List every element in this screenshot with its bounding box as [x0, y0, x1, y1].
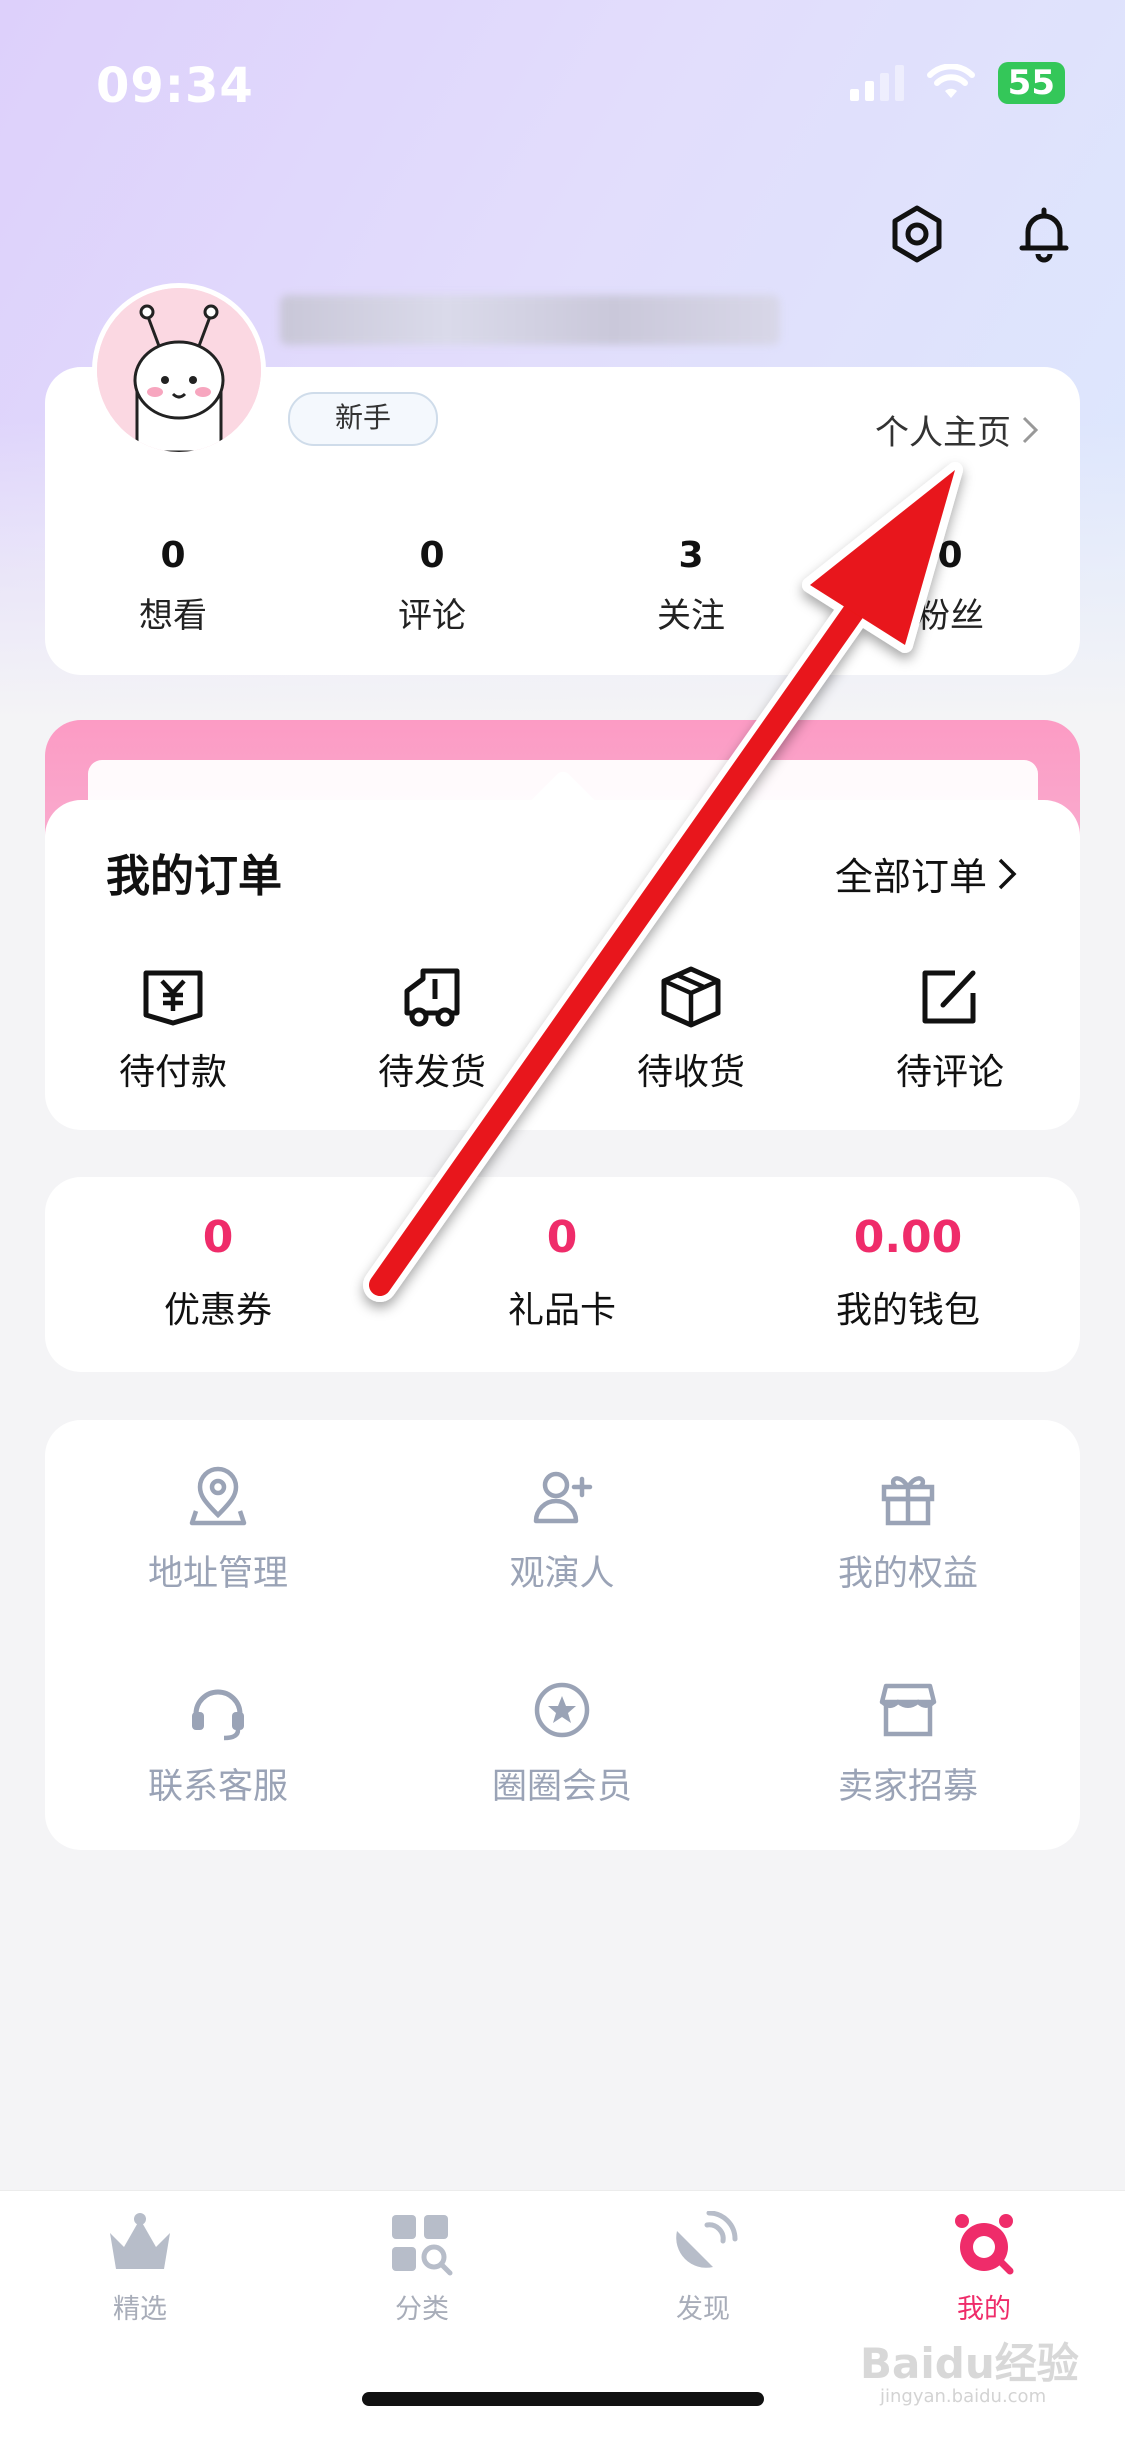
wallet-balance[interactable]: 0.00 我的钱包 — [778, 1212, 1038, 1333]
wallet-label: 礼品卡 — [507, 1290, 616, 1331]
order-pending-review[interactable]: 待评论 — [850, 965, 1050, 1095]
tab-label: 发现 — [676, 2294, 730, 2325]
all-orders-link[interactable]: 全部订单 — [835, 846, 1017, 901]
gift-icon — [881, 1476, 935, 1526]
service-customer-support[interactable]: 联系客服 — [98, 1678, 338, 1809]
stat-count: 3 — [678, 535, 704, 576]
service-audience[interactable]: 观演人 — [442, 1465, 682, 1596]
stat-label: 关注 — [657, 596, 725, 636]
stat-count: 0 — [419, 535, 445, 576]
chevron-right-icon — [998, 858, 1017, 889]
personal-homepage-link[interactable]: 个人主页 — [875, 405, 1039, 454]
location-icon — [189, 1466, 247, 1526]
avatar-character-icon — [97, 288, 261, 452]
payment-icon — [143, 970, 203, 1026]
watermark-brand: Baidu经验 — [860, 2339, 1079, 2388]
wallet-gift-cards[interactable]: 0 礼品卡 — [432, 1212, 692, 1333]
settings-icon[interactable] — [885, 202, 949, 266]
tab-mine[interactable]: 我的 — [914, 2211, 1054, 2326]
battery-indicator: 55 — [997, 62, 1065, 104]
truck-icon — [404, 968, 460, 1027]
wallet-value: 0.00 — [853, 1212, 963, 1263]
status-time: 09:34 — [96, 58, 254, 114]
service-address[interactable]: 地址管理 — [98, 1465, 338, 1596]
stat-count: 0 — [937, 535, 963, 576]
watermark-url: jingyan.baidu.com — [880, 2386, 1047, 2407]
order-item-label: 待发货 — [377, 1052, 486, 1093]
service-membership[interactable]: 圈圈会员 — [442, 1678, 682, 1809]
service-label: 卖家招募 — [837, 1767, 978, 1807]
service-label: 地址管理 — [147, 1554, 288, 1594]
avatar[interactable] — [92, 283, 266, 457]
headset-icon — [192, 1689, 244, 1741]
home-indicator[interactable] — [362, 2392, 764, 2406]
star-badge-icon — [534, 1682, 590, 1738]
personal-homepage-label: 个人主页 — [875, 413, 1011, 453]
service-benefits[interactable]: 我的权益 — [788, 1465, 1028, 1596]
service-label: 联系客服 — [147, 1767, 288, 1807]
tab-label: 精选 — [113, 2294, 167, 2325]
all-orders-label: 全部订单 — [835, 855, 988, 899]
cellular-signal-icon — [849, 65, 904, 101]
tab-discover[interactable]: 发现 — [633, 2211, 773, 2326]
level-badge: 新手 — [288, 392, 438, 446]
grid-search-icon — [392, 2215, 453, 2276]
satellite-dish-icon — [676, 2211, 738, 2268]
tab-categories[interactable]: 分类 — [352, 2211, 492, 2326]
stat-label: 粉丝 — [916, 596, 984, 636]
stat-label: 评论 — [398, 596, 466, 636]
stat-following[interactable]: 3 关注 — [591, 535, 791, 637]
order-pending-receipt[interactable]: 待收货 — [591, 965, 791, 1095]
crown-icon — [110, 2213, 170, 2269]
service-label: 观演人 — [509, 1554, 615, 1594]
order-item-label: 待收货 — [636, 1052, 745, 1093]
stat-label: 想看 — [139, 596, 207, 636]
username-redacted — [280, 295, 780, 345]
bell-icon[interactable] — [1012, 202, 1076, 266]
order-item-label: 待评论 — [895, 1052, 1004, 1093]
status-icons: 55 — [849, 62, 1065, 104]
package-icon — [661, 966, 721, 1028]
wifi-icon — [926, 64, 975, 98]
tab-label: 分类 — [395, 2294, 449, 2325]
order-item-label: 待付款 — [118, 1052, 227, 1093]
chevron-right-icon — [1022, 416, 1039, 443]
orders-title: 我的订单 — [106, 851, 282, 902]
wallet-value: 0 — [202, 1212, 234, 1263]
wallet-label: 我的钱包 — [835, 1290, 980, 1331]
service-label: 我的权益 — [837, 1554, 978, 1594]
wallet-coupons[interactable]: 0 优惠券 — [88, 1212, 348, 1333]
stat-count: 0 — [160, 535, 186, 576]
stat-want-to-see[interactable]: 0 想看 — [73, 535, 273, 637]
tab-featured[interactable]: 精选 — [70, 2211, 210, 2326]
tab-label: 我的 — [957, 2294, 1011, 2325]
store-icon — [879, 1683, 937, 1737]
service-seller-recruit[interactable]: 卖家招募 — [788, 1678, 1028, 1809]
edit-icon — [922, 970, 976, 1024]
add-person-icon — [533, 1471, 593, 1524]
profile-face-icon — [955, 2214, 1014, 2275]
wallet-label: 优惠券 — [163, 1290, 272, 1331]
stat-comments[interactable]: 0 评论 — [332, 535, 532, 637]
order-pending-payment[interactable]: 待付款 — [73, 965, 273, 1095]
wallet-value: 0 — [546, 1212, 578, 1263]
stat-followers[interactable]: 0 粉丝 — [850, 535, 1050, 637]
service-label: 圈圈会员 — [491, 1767, 632, 1807]
order-pending-shipment[interactable]: 待发货 — [332, 965, 532, 1095]
